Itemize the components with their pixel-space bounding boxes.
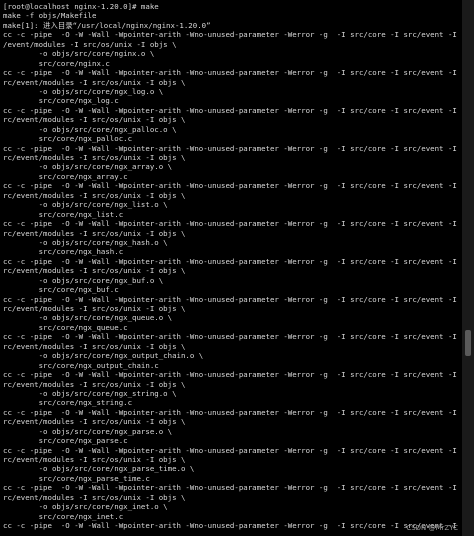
terminal-line: src/core/ngx_log.c (3, 96, 119, 106)
terminal-line: rc/event/modules -I src/os/unix -I objs … (3, 455, 186, 464)
terminal-line: make[1]: 进入目录“/usr/local/nginx/nginx-1.2… (3, 20, 211, 30)
terminal-line: -o objs/src/core/ngx_parse_time.o \ (3, 464, 195, 474)
vertical-scrollbar[interactable] (462, 0, 474, 536)
terminal-line: -o objs/src/core/ngx_list.o \ (3, 200, 168, 210)
terminal-line: src/core/ngx_palloc.c (3, 134, 133, 144)
terminal-line: rc/event/modules -I src/os/unix -I objs … (3, 115, 186, 125)
terminal-line: -o objs/src/core/ngx_array.o \ (3, 162, 173, 172)
terminal-window[interactable]: [root@localhost nginx-1.20.0]# make make … (0, 0, 474, 536)
terminal-line: -o objs/src/core/ngx_hash.o \ (3, 237, 168, 247)
terminal-line: cc -c -pipe -O -W -Wall -Wpointer-arith … (3, 370, 457, 380)
terminal-line: src/core/ngx_queue.c (3, 322, 128, 332)
terminal-line: rc/event/modules -I src/os/unix -I objs … (3, 266, 186, 276)
terminal-line: cc -c -pipe -O -W -Wall -Wpointer-arith … (3, 105, 457, 115)
terminal-line: rc/event/modules -I src/os/unix -I objs … (3, 379, 186, 389)
terminal-line: src/core/ngx_parse_time.c (3, 473, 150, 483)
terminal-line: rc/event/modules -I src/os/unix -I objs … (3, 77, 186, 87)
terminal-line: rc/event/modules -I src/os/unix -I objs … (3, 492, 186, 502)
terminal-output: [root@localhost nginx-1.20.0]# make make … (3, 2, 459, 531)
terminal-line: cc -c -pipe -O -W -Wall -Wpointer-arith … (3, 407, 457, 417)
terminal-line: make -f objs/Makefile (3, 11, 97, 21)
terminal-line: cc -c -pipe -O -W -Wall -Wpointer-arith … (3, 143, 457, 153)
terminal-line: rc/event/modules -I src/os/unix -I objs … (3, 341, 186, 351)
terminal-line: cc -c -pipe -O -W -Wall -Wpointer-arith … (3, 521, 457, 531)
terminal-line: cc -c -pipe -O -W -Wall -Wpointer-arith … (3, 219, 457, 229)
terminal-line: -o objs/src/core/ngx_palloc.o \ (3, 124, 177, 134)
terminal-line: src/core/ngx_output_chain.c (3, 360, 159, 370)
terminal-line: cc -c -pipe -O -W -Wall -Wpointer-arith … (3, 68, 457, 78)
terminal-line: cc -c -pipe -O -W -Wall -Wpointer-arith … (3, 256, 457, 266)
terminal-line: rc/event/modules -I src/os/unix -I objs … (3, 304, 186, 313)
terminal-line: src/core/ngx_string.c (3, 398, 133, 408)
terminal-line: src/core/ngx_inet.c (3, 511, 124, 521)
terminal-line: src/core/ngx_parse.c (3, 436, 128, 446)
terminal-line: rc/event/modules -I src/os/unix -I objs … (3, 190, 186, 200)
terminal-line: -o objs/src/core/ngx_parse.o \ (3, 426, 173, 436)
terminal-line: src/core/ngx_hash.c (3, 247, 124, 257)
terminal-line: rc/event/modules -I src/os/unix -I objs … (3, 417, 186, 427)
terminal-line: rc/event/modules -I src/os/unix -I objs … (3, 228, 186, 238)
terminal-line: cc -c -pipe -O -W -Wall -Wpointer-arith … (3, 483, 457, 493)
terminal-line: -o objs/src/core/nginx.o \ (3, 49, 155, 59)
terminal-line: -o objs/src/core/ngx_inet.o \ (3, 502, 168, 512)
watermark: CSDN @MrZYC (406, 524, 458, 532)
terminal-line: /event/modules -I src/os/unix -I objs \ (3, 39, 177, 49)
terminal-line: cc -c -pipe -O -W -Wall -Wpointer-arith … (3, 181, 457, 191)
scrollbar-thumb[interactable] (465, 330, 471, 356)
terminal-line: src/core/ngx_array.c (3, 171, 128, 181)
terminal-line: rc/event/modules -I src/os/unix -I objs … (3, 153, 186, 162)
terminal-line: cc -c -pipe -O -W -Wall -Wpointer-arith … (3, 30, 459, 40)
terminal-line: src/core/ngx_buf.c (3, 285, 119, 295)
terminal-line: -o objs/src/core/ngx_string.o \ (3, 388, 177, 398)
terminal-line: cc -c -pipe -O -W -Wall -Wpointer-arith … (3, 445, 457, 455)
terminal-line: -o objs/src/core/ngx_output_chain.o \ (3, 351, 204, 361)
terminal-line: src/core/ngx_list.c (3, 209, 124, 219)
terminal-line: -o objs/src/core/ngx_queue.o \ (3, 313, 173, 323)
terminal-line: src/core/nginx.c (3, 58, 110, 68)
terminal-line: [root@localhost nginx-1.20.0]# make (3, 2, 159, 11)
terminal-line: cc -c -pipe -O -W -Wall -Wpointer-arith … (3, 332, 457, 342)
terminal-line: -o objs/src/core/ngx_buf.o \ (3, 275, 164, 285)
terminal-line: -o objs/src/core/ngx_log.o \ (3, 86, 164, 96)
terminal-line: cc -c -pipe -O -W -Wall -Wpointer-arith … (3, 294, 457, 304)
